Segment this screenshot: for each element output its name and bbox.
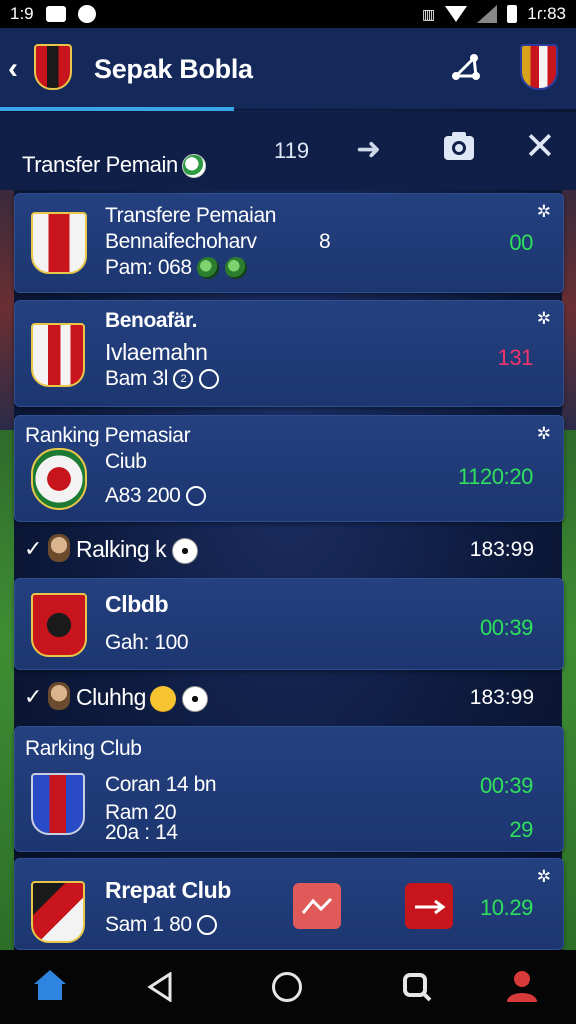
- club-crest-icon: [31, 593, 87, 657]
- back-triangle-icon[interactable]: [146, 972, 174, 1002]
- card-title: Ranking Pemasiar: [25, 424, 191, 447]
- club-card[interactable]: Rrepat Club Sam 1 80 10.29 ✲: [14, 858, 564, 950]
- section-time: 183:99: [469, 538, 534, 561]
- section-time: 183:99: [469, 686, 534, 709]
- section-label-text: Cluhhg: [76, 684, 146, 710]
- ball-icon: [181, 154, 206, 179]
- notification-icon: [45, 6, 66, 22]
- card-detail: 20a : 14: [105, 821, 178, 844]
- clock-icon: [198, 369, 219, 390]
- check-icon: ✓: [24, 684, 43, 709]
- card-value: 131: [497, 345, 533, 370]
- club-card[interactable]: Clbdb Gah: 100 00:39: [14, 578, 564, 670]
- app-title: Sepak Bobla: [94, 54, 253, 84]
- card-value: 1120:20: [457, 464, 533, 489]
- section-header[interactable]: ✓ Ralking k 183:99: [0, 528, 576, 572]
- star-icon[interactable]: ✲: [537, 202, 551, 222]
- card-detail: Gah: 100: [105, 631, 189, 654]
- transfer-card[interactable]: Benoafär. Ivlaemahn Bam 3l 2 131 ✲: [14, 300, 564, 407]
- wifi-icon: [445, 6, 468, 22]
- arrow-right-icon[interactable]: ➜: [356, 132, 381, 167]
- home-circle-icon[interactable]: [272, 972, 302, 1002]
- status-bar: 1:9 ▥ 1ɾ:83: [0, 0, 576, 28]
- soccer-ball-icon: [172, 537, 199, 564]
- circle-icon: 2: [173, 369, 194, 390]
- club-crest-icon: [31, 212, 87, 274]
- section-label-text: Ralking k: [76, 536, 167, 562]
- card-subtitle-extra: 8: [319, 230, 331, 253]
- card-value: 00:39: [479, 773, 533, 798]
- section-header[interactable]: ✓ Cluhhg 183:99: [0, 676, 576, 720]
- search-icon[interactable]: [402, 972, 432, 1002]
- transfer-icon[interactable]: [405, 883, 453, 929]
- status-time: 1:9: [10, 4, 34, 23]
- transfer-card[interactable]: Transfere Pemaian Bennaifechoharv 8 Pam:…: [14, 193, 564, 293]
- star-icon[interactable]: ✲: [537, 424, 551, 444]
- ball-icon: [224, 257, 247, 280]
- avatar: [48, 682, 70, 710]
- clock-icon: [197, 915, 218, 936]
- section-title-text: Transfer Pemain: [22, 152, 178, 177]
- card-value: 00: [509, 230, 533, 255]
- card-detail: Bam 3l 2: [105, 367, 219, 391]
- circle-icon: [185, 486, 206, 507]
- avatar: [48, 534, 70, 562]
- status-clock: 1ɾ:83: [527, 4, 566, 23]
- club-crest-icon: [31, 323, 85, 387]
- section-title: Transfer Pemain: [22, 152, 206, 179]
- camera-icon[interactable]: [442, 130, 476, 162]
- card-detail-text: Bam 3l: [105, 367, 168, 390]
- star-icon[interactable]: ✲: [537, 867, 551, 887]
- card-detail: Pam: 068: [105, 256, 247, 280]
- back-icon[interactable]: ‹: [8, 52, 18, 86]
- emoji-icon: [149, 685, 176, 712]
- club-crest-icon: [31, 448, 87, 510]
- transfer-count: 119: [274, 138, 310, 163]
- section-label: Cluhhg: [76, 684, 208, 712]
- bottom-navigation: [0, 950, 576, 1024]
- club-crest-icon: [31, 881, 85, 943]
- card-subtitle: Ivlaemahn: [105, 339, 208, 365]
- battery-icon: [507, 5, 518, 23]
- card-subtitle: Coran 14 bn: [105, 773, 217, 796]
- profile-icon[interactable]: [504, 968, 540, 1004]
- section-label: Ralking k: [76, 536, 199, 564]
- club-crest-icon: [31, 773, 85, 835]
- home-icon[interactable]: [32, 968, 68, 1002]
- card-detail-text: Pam: 068: [105, 256, 192, 279]
- card-value: 10.29: [479, 895, 533, 920]
- star-icon[interactable]: ✲: [537, 309, 551, 329]
- club-badge-icon[interactable]: [520, 44, 558, 90]
- app-notification-icon: [77, 5, 96, 23]
- card-subtitle: Ciub: [105, 450, 147, 473]
- club-crest-icon: [34, 44, 72, 90]
- card-title: Rarking Club: [25, 737, 142, 760]
- share-icon[interactable]: [448, 50, 484, 86]
- card-detail: A83 200: [105, 484, 206, 508]
- crowd-background-right: [562, 190, 576, 430]
- soccer-ball-icon: [181, 685, 208, 712]
- ranking-card[interactable]: Ranking Pemasiar Ciub A83 200 1120:20 ✲: [14, 415, 564, 522]
- card-subtitle: Bennaifechoharv: [105, 230, 257, 253]
- card-detail-text: A83 200: [105, 484, 181, 507]
- card-value: 00:39: [479, 615, 533, 640]
- card-detail-text: Sam 1 80: [105, 913, 192, 936]
- ranking-card[interactable]: Rarking Club Coran 14 bn Ram 20 20a : 14…: [14, 726, 564, 852]
- card-title: Rrepat Club: [105, 877, 231, 903]
- card-title: Clbdb: [105, 591, 169, 617]
- ball-icon: [197, 257, 220, 280]
- active-tab-indicator: [0, 107, 234, 111]
- sub-header: Transfer Pemain 119 ➜ ✕: [0, 112, 576, 190]
- app-header: ‹ Sepak Bobla: [0, 28, 576, 111]
- check-icon: ✓: [24, 536, 43, 561]
- chart-icon[interactable]: [293, 883, 341, 929]
- card-value-secondary: 29: [509, 817, 533, 842]
- vibrate-icon: ▥: [422, 5, 436, 22]
- signal-icon: [477, 5, 498, 23]
- close-icon[interactable]: ✕: [524, 128, 556, 166]
- card-title: Benoafär.: [105, 309, 198, 332]
- crowd-background-left: [0, 190, 14, 430]
- card-title: Transfere Pemaian: [105, 204, 277, 227]
- card-detail: Sam 1 80: [105, 913, 218, 937]
